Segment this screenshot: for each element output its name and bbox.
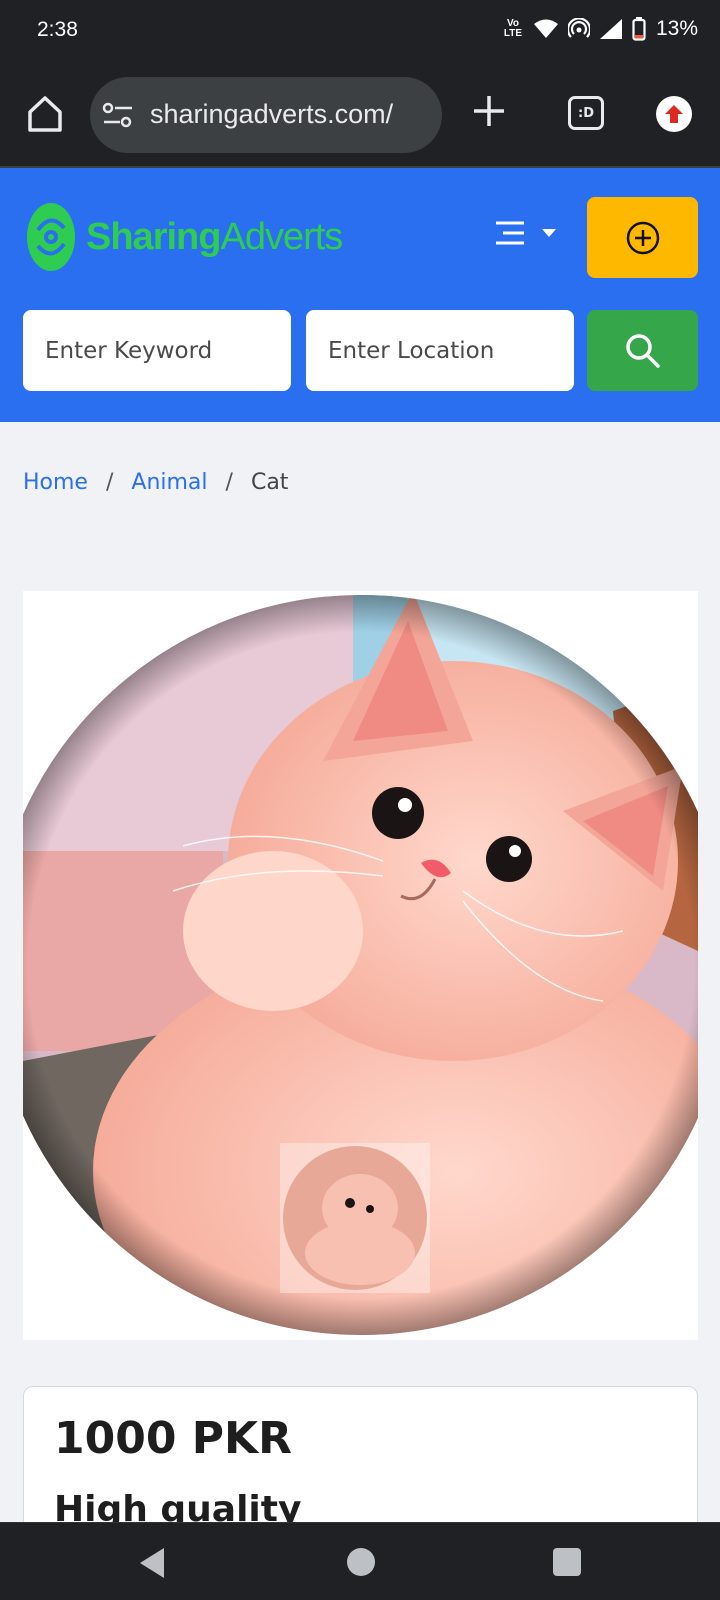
post-ad-button[interactable] — [587, 197, 698, 278]
breadcrumb-separator: / — [105, 470, 114, 495]
browser-toolbar: sharingadverts.com/ :D — [0, 66, 720, 168]
logo-text-part2: Adverts — [220, 215, 343, 258]
site-logo[interactable]: SharingAdverts — [24, 200, 343, 274]
battery-percent: 13% — [655, 17, 698, 40]
address-bar[interactable]: sharingadverts.com/ — [90, 77, 442, 153]
back-icon[interactable] — [138, 1547, 166, 1579]
signal-icon — [599, 19, 622, 39]
recents-button[interactable] — [553, 1548, 581, 1576]
tune-icon[interactable] — [102, 102, 134, 128]
status-time: 2:38 — [37, 18, 78, 41]
listing-price: 1000 PKR — [54, 1413, 293, 1464]
volte-icon: Vo LTE — [503, 18, 523, 39]
logo-text: SharingAdverts — [86, 215, 343, 259]
hamburger-menu-icon — [496, 221, 524, 245]
home-button[interactable] — [347, 1548, 375, 1576]
plus-circle-icon — [626, 221, 659, 254]
status-icons: Vo LTE 13% — [502, 17, 698, 41]
logo-text-part1: Sharing — [86, 215, 221, 258]
tabs-count-button[interactable]: :D — [568, 96, 604, 130]
search-button[interactable] — [587, 310, 698, 391]
system-nav-bar — [0, 1522, 720, 1600]
breadcrumb-animal[interactable]: Animal — [131, 470, 207, 495]
menu-button[interactable] — [494, 220, 556, 246]
new-tab-plus-icon[interactable] — [471, 93, 507, 129]
status-bar: 2:38 Vo LTE 13% — [0, 0, 720, 66]
logo-icon — [27, 203, 75, 271]
breadcrumb-current: Cat — [250, 470, 289, 495]
listing-photo[interactable]: @khayamkl — [23, 591, 698, 1340]
hotspot-icon — [567, 18, 590, 38]
breadcrumb-home[interactable]: Home — [23, 470, 88, 495]
photo-thumbnail[interactable] — [280, 1143, 430, 1293]
breadcrumb-separator: / — [225, 470, 233, 495]
battery-icon — [632, 17, 646, 41]
wifi-icon — [533, 19, 558, 38]
extension-icon[interactable] — [656, 96, 692, 132]
location-input[interactable] — [306, 310, 574, 391]
site-header: SharingAdverts — [0, 168, 720, 422]
photo-watermark: @khayamkl — [610, 1303, 694, 1320]
breadcrumb: Home / Animal / Cat — [23, 470, 288, 495]
home-icon[interactable] — [26, 94, 64, 134]
search-icon — [625, 333, 660, 368]
caret-down-icon — [542, 228, 556, 237]
url-text[interactable]: sharingadverts.com/ — [150, 99, 393, 130]
thumbnail-image — [283, 1146, 427, 1290]
keyword-input[interactable] — [23, 310, 291, 391]
